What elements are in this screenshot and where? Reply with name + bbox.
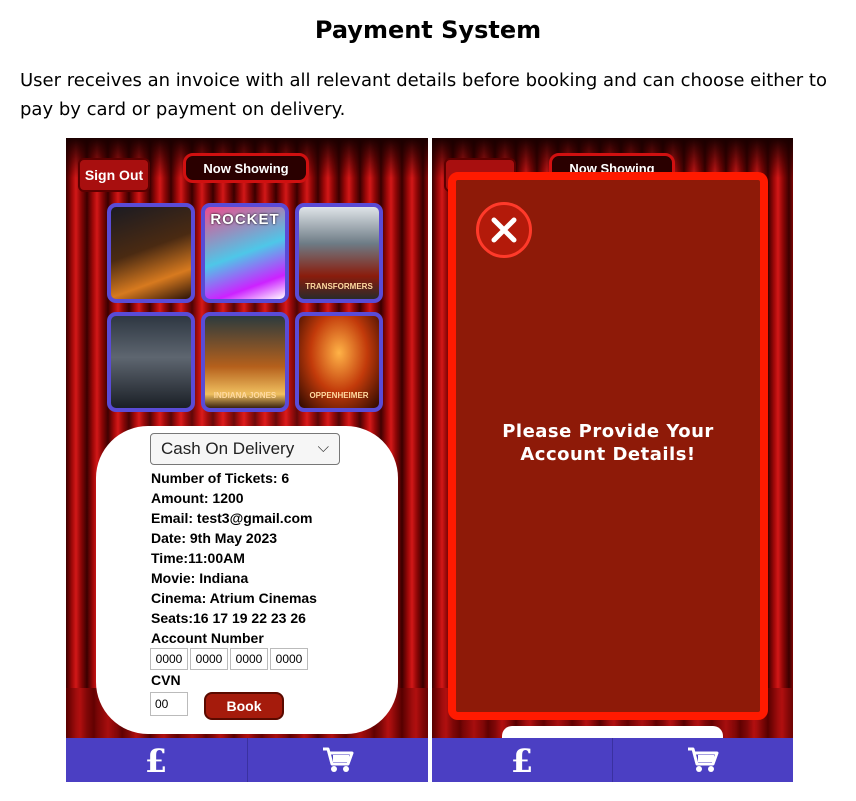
close-icon [491, 217, 517, 243]
payment-tab[interactable]: £ [432, 738, 613, 782]
now-showing-button[interactable]: Now Showing [183, 153, 309, 183]
invoice-panel: Cash On Delivery ⌵ Number of Tickets: 6 … [96, 426, 398, 734]
account-details-alert: Please Provide Your Account Details! [448, 172, 768, 720]
date: Date: 9th May 2023 [151, 530, 278, 546]
poster-title: TRANSFORMERS [305, 282, 373, 291]
invoice-details: Number of Tickets: 6 Amount: 1200 Email:… [151, 468, 317, 648]
movie-poster-fast-x[interactable] [107, 312, 195, 412]
bottom-nav: £ [66, 738, 428, 782]
cart-tab[interactable] [248, 738, 429, 782]
account-number-fields: 0000 0000 0000 0000 [150, 648, 308, 670]
account-number-input-3[interactable]: 0000 [230, 648, 268, 670]
tickets-count: Number of Tickets: 6 [151, 470, 290, 486]
account-number-input-4[interactable]: 0000 [270, 648, 308, 670]
close-button[interactable] [476, 202, 532, 258]
sign-out-button[interactable]: Sign Out [78, 158, 150, 192]
payment-tab[interactable]: £ [66, 738, 248, 782]
alert-message: Please Provide Your Account Details! [456, 420, 760, 466]
book-button[interactable]: Book [204, 692, 284, 720]
movie-poster-transformers[interactable]: TRANSFORMERS [295, 203, 383, 303]
email: Email: test3@gmail.com [151, 510, 313, 526]
seats: Seats:16 17 19 22 23 26 [151, 610, 306, 626]
cvn-input[interactable]: 00 [150, 692, 188, 716]
page-description: User receives an invoice with all releva… [20, 70, 827, 120]
alert-message-line1: Please Provide Your [502, 421, 714, 442]
account-number-label: Account Number [151, 630, 264, 646]
alert-message-line2: Account Details! [520, 444, 696, 465]
invoice-panel-edge [502, 726, 723, 738]
movie-poster-oppenheimer[interactable]: OPPENHEIMER [295, 312, 383, 412]
svg-text:£: £ [145, 745, 167, 775]
pound-icon: £ [511, 745, 533, 775]
movie-poster-indiana-jones[interactable]: INDIANA JONES [201, 312, 289, 412]
poster-title: ROCKET [210, 211, 280, 228]
page-title: Payment System [314, 16, 542, 44]
payment-method-select[interactable]: Cash On Delivery ⌵ [150, 433, 340, 465]
movie-poster-rocket[interactable]: ROCKET [201, 203, 289, 303]
payment-method-value: Cash On Delivery [161, 439, 295, 458]
cvn-label: CVN [151, 672, 181, 688]
amount: Amount: 1200 [151, 490, 244, 506]
cart-tab[interactable] [613, 738, 793, 782]
account-number-input-1[interactable]: 0000 [150, 648, 188, 670]
cart-icon [322, 747, 354, 772]
app-screen-modal: Now Showing Please Provide Your Account … [432, 138, 793, 782]
movie: Movie: Indiana [151, 570, 249, 586]
svg-text:£: £ [511, 745, 533, 775]
bottom-nav: £ [432, 738, 793, 782]
poster-title: OPPENHEIMER [309, 391, 369, 400]
cinema: Cinema: Atrium Cinemas [151, 590, 317, 606]
time: Time:11:00AM [151, 550, 245, 566]
account-number-input-2[interactable]: 0000 [190, 648, 228, 670]
pound-icon: £ [145, 745, 167, 775]
cart-icon [688, 747, 719, 772]
app-screen-invoice: Sign Out Now Showing ROCKET TRANSFORMERS… [66, 138, 428, 782]
movie-poster-john-wick[interactable] [107, 203, 195, 303]
poster-title: INDIANA JONES [213, 391, 277, 400]
chevron-down-icon: ⌵ [317, 439, 329, 456]
